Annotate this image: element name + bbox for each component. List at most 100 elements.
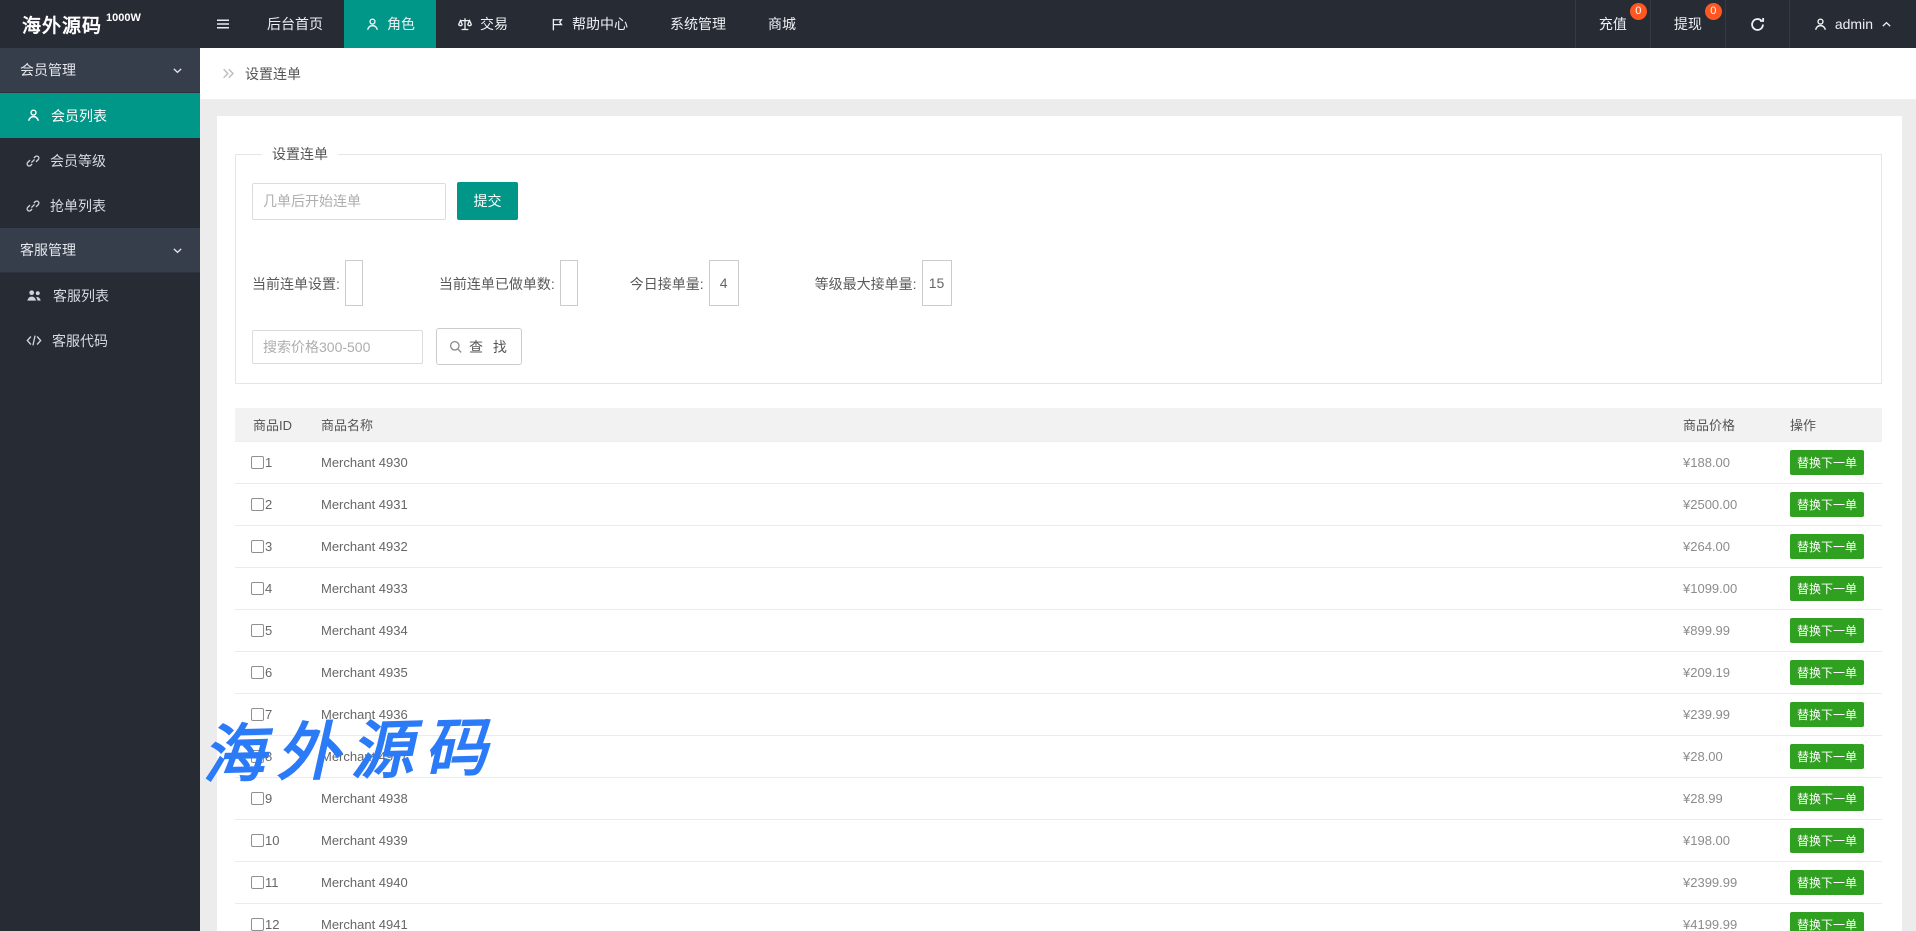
- chain-count-input[interactable]: [252, 183, 446, 220]
- replace-next-order-button[interactable]: 替换下一单: [1790, 912, 1864, 931]
- replace-next-order-button[interactable]: 替换下一单: [1790, 786, 1864, 811]
- find-button-label: 查 找: [469, 337, 510, 357]
- panel-card: 设置连单 提交 当前连单设置:当前连单已做单数:今日接单量:4等级最大接单量:1…: [217, 116, 1902, 931]
- sidebar-item-label: 客服代码: [52, 331, 108, 351]
- product-price: ¥28.00: [1670, 735, 1778, 777]
- product-price: ¥188.00: [1670, 441, 1778, 483]
- product-price: ¥264.00: [1670, 525, 1778, 567]
- nav-item-label: 系统管理: [670, 14, 726, 34]
- product-id: 8: [265, 749, 272, 764]
- nav-action-label: 提现: [1674, 14, 1702, 34]
- replace-next-order-button[interactable]: 替换下一单: [1790, 534, 1864, 559]
- nav-item-system[interactable]: 系统管理: [649, 0, 747, 48]
- stat-label: 当前连单设置:: [252, 274, 340, 306]
- sidebar-group-label: 客服管理: [20, 240, 76, 260]
- replace-next-order-button[interactable]: 替换下一单: [1790, 828, 1864, 853]
- nav-item-role[interactable]: 角色: [344, 0, 436, 48]
- stat-value-box: [560, 260, 578, 306]
- nav-action-withdraw[interactable]: 提现0: [1650, 0, 1725, 48]
- search-row: 查 找: [252, 328, 1865, 365]
- user-menu[interactable]: admin: [1789, 0, 1916, 48]
- product-name: Merchant 4939: [303, 819, 1670, 861]
- user-name: admin: [1835, 16, 1873, 32]
- sidebar-group-service[interactable]: 客服管理: [0, 228, 200, 273]
- chevron-down-icon: [171, 64, 184, 77]
- row-checkbox[interactable]: [251, 834, 264, 847]
- replace-next-order-button[interactable]: 替换下一单: [1790, 870, 1864, 895]
- row-checkbox[interactable]: [251, 918, 264, 931]
- product-price: ¥28.99: [1670, 777, 1778, 819]
- replace-next-order-button[interactable]: 替换下一单: [1790, 492, 1864, 517]
- nav-action-label: 充值: [1599, 14, 1627, 34]
- column-header: 商品ID: [235, 408, 303, 441]
- replace-next-order-button[interactable]: 替换下一单: [1790, 660, 1864, 685]
- breadcrumb: 设置连单: [200, 48, 1916, 100]
- submit-button[interactable]: 提交: [457, 182, 518, 220]
- nav-action-recharge[interactable]: 充值0: [1575, 0, 1650, 48]
- row-checkbox[interactable]: [251, 876, 264, 889]
- products-table-wrap: 商品ID商品名称商品价格操作 1Merchant 4930¥188.00替换下一…: [235, 408, 1882, 931]
- stat-3: 等级最大接单量:15: [815, 260, 952, 306]
- row-checkbox[interactable]: [251, 750, 264, 763]
- table-row: 7Merchant 4936¥239.99替换下一单: [235, 693, 1882, 735]
- product-name: Merchant 4930: [303, 441, 1670, 483]
- row-checkbox[interactable]: [251, 792, 264, 805]
- product-id: 11: [265, 875, 279, 890]
- row-checkbox[interactable]: [251, 540, 264, 553]
- sidebar-item-label: 会员列表: [51, 106, 107, 126]
- replace-next-order-button[interactable]: 替换下一单: [1790, 576, 1864, 601]
- stat-value-box: 4: [709, 260, 739, 306]
- column-header: 操作: [1778, 408, 1882, 441]
- row-checkbox[interactable]: [251, 456, 264, 469]
- table-row: 10Merchant 4939¥198.00替换下一单: [235, 819, 1882, 861]
- product-id: 3: [265, 539, 272, 554]
- product-name: Merchant 4933: [303, 567, 1670, 609]
- chain-stats-row: 当前连单设置:当前连单已做单数:今日接单量:4等级最大接单量:15: [252, 260, 1865, 306]
- sidebar-toggle-button[interactable]: [200, 0, 246, 48]
- table-header-row: 商品ID商品名称商品价格操作: [235, 408, 1882, 441]
- find-button[interactable]: 查 找: [436, 328, 522, 365]
- product-name: Merchant 4940: [303, 861, 1670, 903]
- row-checkbox[interactable]: [251, 708, 264, 721]
- nav-right: 充值0提现0 admin: [1575, 0, 1916, 48]
- sidebar-item-label: 客服列表: [53, 286, 109, 306]
- table-row: 4Merchant 4933¥1099.00替换下一单: [235, 567, 1882, 609]
- nav-item-home[interactable]: 后台首页: [246, 0, 344, 48]
- sidebar-item-member-level[interactable]: 会员等级: [0, 138, 200, 183]
- row-checkbox[interactable]: [251, 582, 264, 595]
- product-name: Merchant 4935: [303, 651, 1670, 693]
- sidebar: 会员管理会员列表会员等级抢单列表客服管理客服列表客服代码: [0, 48, 200, 931]
- sidebar-group-member[interactable]: 会员管理: [0, 48, 200, 93]
- replace-next-order-button[interactable]: 替换下一单: [1790, 702, 1864, 727]
- refresh-button[interactable]: [1725, 0, 1789, 48]
- row-checkbox[interactable]: [251, 624, 264, 637]
- nav-item-help[interactable]: 帮助中心: [529, 0, 649, 48]
- hamburger-icon: [215, 16, 231, 32]
- main-area: 设置连单 设置连单 提交 当前连单设置:当前连单已做单数:今日接单量:4等级最大…: [200, 48, 1916, 931]
- stat-0: 当前连单设置:: [252, 260, 363, 306]
- nav-item-label: 帮助中心: [572, 14, 628, 34]
- replace-next-order-button[interactable]: 替换下一单: [1790, 450, 1864, 475]
- product-name: Merchant 4937: [303, 735, 1670, 777]
- product-id: 4: [265, 581, 272, 596]
- sidebar-item-service-list[interactable]: 客服列表: [0, 273, 200, 318]
- nav-item-label: 商城: [768, 14, 796, 34]
- nav-item-trade[interactable]: 交易: [436, 0, 529, 48]
- sidebar-item-member-list[interactable]: 会员列表: [0, 93, 200, 138]
- price-search-input[interactable]: [252, 330, 423, 364]
- row-checkbox[interactable]: [251, 666, 264, 679]
- row-checkbox[interactable]: [251, 498, 264, 511]
- sidebar-item-service-code[interactable]: 客服代码: [0, 318, 200, 363]
- product-name: Merchant 4932: [303, 525, 1670, 567]
- table-body: 1Merchant 4930¥188.00替换下一单2Merchant 4931…: [235, 441, 1882, 931]
- flag-icon: [550, 17, 565, 32]
- nav-item-mall[interactable]: 商城: [747, 0, 817, 48]
- product-id: 10: [265, 833, 279, 848]
- refresh-icon: [1749, 16, 1766, 33]
- replace-next-order-button[interactable]: 替换下一单: [1790, 744, 1864, 769]
- sidebar-item-grab-list[interactable]: 抢单列表: [0, 183, 200, 228]
- product-id: 5: [265, 623, 272, 638]
- product-id: 6: [265, 665, 272, 680]
- stat-label: 等级最大接单量:: [815, 274, 917, 306]
- replace-next-order-button[interactable]: 替换下一单: [1790, 618, 1864, 643]
